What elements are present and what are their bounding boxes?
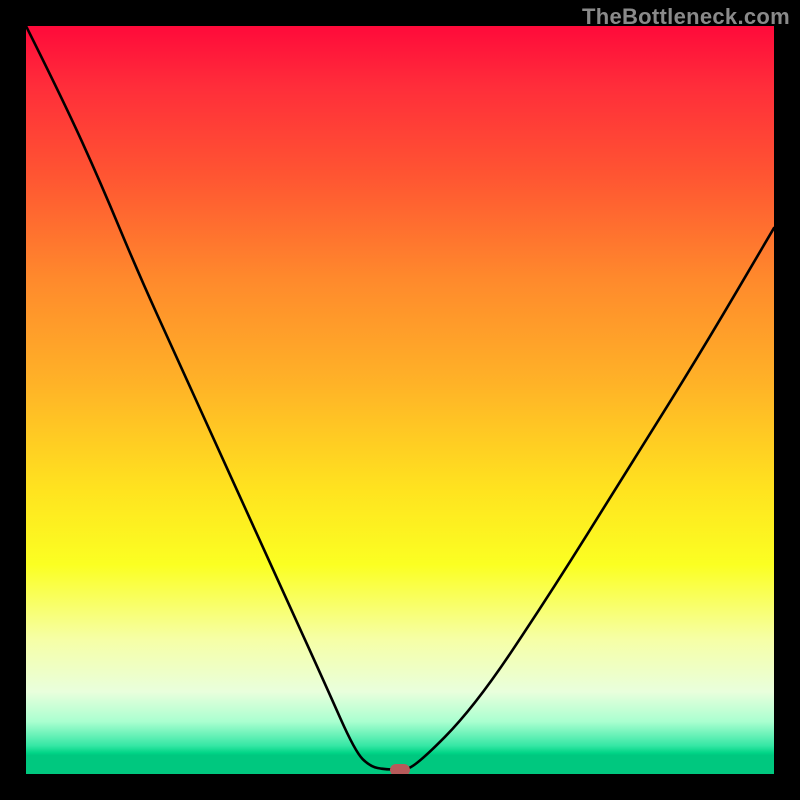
plot-area (26, 26, 774, 774)
bottleneck-curve (26, 26, 774, 770)
curve-svg (26, 26, 774, 774)
optimal-marker (390, 764, 410, 775)
watermark-text: TheBottleneck.com (582, 4, 790, 30)
chart-frame: TheBottleneck.com (0, 0, 800, 800)
